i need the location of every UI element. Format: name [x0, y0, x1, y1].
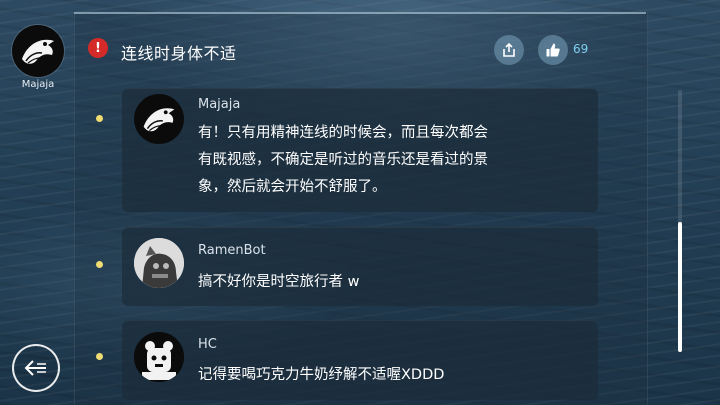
- comment-avatar[interactable]: [134, 332, 184, 382]
- like-button[interactable]: [538, 35, 568, 65]
- comment-line: 有既视感，不确定是听过的音乐还是看过的景: [198, 152, 488, 168]
- comment-author: HC: [198, 337, 217, 352]
- panel-top-divider: [74, 12, 646, 14]
- bird-avatar-icon: [143, 108, 175, 132]
- comment-author: Majaja: [198, 97, 241, 112]
- back-arrow-icon: [24, 360, 46, 376]
- comment-bullet: [96, 353, 103, 360]
- comment-line: 记得要喝巧克力牛奶纾解不适喔XDDD: [198, 367, 445, 383]
- back-button[interactable]: [12, 344, 60, 392]
- user-avatar[interactable]: [12, 25, 64, 77]
- user-name: Majaja: [21, 79, 55, 90]
- thumbs-up-icon: [546, 43, 560, 57]
- robot-avatar-icon: [134, 238, 184, 288]
- comment-card: Majaja 有！只有用精神连线的时候会，而且每次都会 有既视感，不确定是听过的…: [122, 88, 598, 212]
- exclamation-icon: !: [88, 38, 108, 58]
- topic-title: 连线时身体不适: [121, 44, 237, 63]
- comment-line: 象，然后就会开始不舒服了。: [198, 179, 387, 195]
- scrollbar-thumb[interactable]: [678, 222, 682, 352]
- bear-avatar-icon: [134, 332, 184, 382]
- comment-bullet: [96, 261, 103, 268]
- comment-author: RamenBot: [198, 243, 266, 258]
- comment-text: 记得要喝巧克力牛奶纾解不适喔XDDD: [198, 362, 578, 389]
- like-count: 69: [573, 42, 589, 56]
- comment-line: 有！只有用精神连线的时候会，而且每次都会: [198, 125, 488, 141]
- comment-avatar[interactable]: [134, 94, 184, 144]
- share-button[interactable]: [494, 35, 524, 65]
- comment-card: HC 记得要喝巧克力牛奶纾解不适喔XDDD: [122, 320, 598, 400]
- comment-text: 搞不好你是时空旅行者 w: [198, 269, 578, 296]
- comment-avatar[interactable]: [134, 238, 184, 288]
- comment-line: 搞不好你是时空旅行者 w: [198, 274, 360, 290]
- comment-bullet: [96, 115, 103, 122]
- bird-avatar-icon: [22, 39, 54, 64]
- share-icon: [503, 42, 515, 57]
- comment-text: 有！只有用精神连线的时候会，而且每次都会 有既视感，不确定是听过的音乐还是看过的…: [198, 120, 578, 201]
- comment-card: RamenBot 搞不好你是时空旅行者 w: [122, 227, 598, 306]
